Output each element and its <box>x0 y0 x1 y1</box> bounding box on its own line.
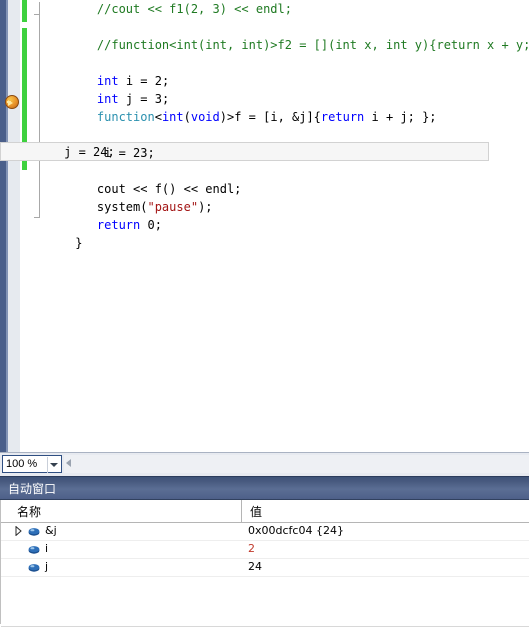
editor-bottom-bar: 100 % <box>0 452 529 476</box>
horizontal-scrollbar[interactable] <box>64 455 529 473</box>
variable-name[interactable]: i <box>45 542 48 555</box>
expand-arrow-icon[interactable] <box>15 526 22 536</box>
autos-empty-area <box>1 577 529 627</box>
code-token-cmt: //cout << f1(2, 3) << endl; <box>96 2 292 16</box>
autos-window-titlebar[interactable]: 自动窗口 <box>0 476 529 500</box>
variable-bubble-icon <box>28 545 40 554</box>
column-header-value[interactable]: 值 <box>250 503 262 520</box>
zoom-level-combobox[interactable]: 100 % <box>2 455 62 473</box>
code-token-plain: cout << f() << endl; <box>96 182 242 196</box>
code-token-plain: ( <box>183 110 191 124</box>
variable-value[interactable]: 2 <box>248 542 255 555</box>
code-line[interactable]: int j = 3; <box>40 90 529 108</box>
code-editor[interactable]: //cout << f1(2, 3) << endl; //function<i… <box>0 0 529 452</box>
code-token-kw: void <box>190 110 220 124</box>
autos-row[interactable]: &j 0x00dcfc04 {24} <box>1 523 529 541</box>
code-text-area[interactable]: //cout << f1(2, 3) << endl; //function<i… <box>40 0 529 452</box>
code-token-plain: i + j; }; <box>364 110 437 124</box>
code-line[interactable]: } <box>40 234 529 252</box>
scroll-left-arrow-icon[interactable] <box>66 459 71 467</box>
variable-value[interactable]: 24 <box>248 560 262 573</box>
code-token-kw: int <box>161 110 184 124</box>
variable-value[interactable]: 0x00dcfc04 {24} <box>248 524 344 537</box>
autos-row[interactable]: i2 <box>1 541 529 559</box>
code-token-plain: < <box>154 110 162 124</box>
code-line[interactable] <box>40 126 529 144</box>
autos-window: 自动窗口 名称 值 &j 0x00dcfc04 {24} i 2 j 24 <box>0 476 529 627</box>
variable-name[interactable]: &j <box>45 524 57 537</box>
column-header-name[interactable]: 名称 <box>17 503 41 520</box>
code-token-kw: return <box>320 110 365 124</box>
autos-grid[interactable]: 名称 值 &j 0x00dcfc04 {24} i 2 j 24 <box>0 500 529 627</box>
code-token-plain: )>f = [i, &j]{ <box>219 110 321 124</box>
code-token-plain: i = 2; <box>118 74 170 88</box>
code-token-str: "pause" <box>147 200 199 214</box>
code-token-plain: j = 3; <box>118 92 170 106</box>
code-token-kw: return <box>96 218 141 232</box>
outlining-tick-bottom <box>34 217 39 218</box>
code-token-cmt: //function<int(int, int)>f2 = [](int x, … <box>96 38 529 52</box>
chevron-down-icon[interactable] <box>50 463 58 467</box>
code-line[interactable]: //cout << f1(2, 3) << endl; <box>40 0 529 18</box>
code-token-plain: ); <box>198 200 213 214</box>
orange-arrow-bookmark-icon[interactable] <box>5 95 19 109</box>
code-line[interactable]: system("pause"); <box>40 198 529 216</box>
code-line[interactable]: function<int(void)>f = [i, &j]{return i … <box>40 108 529 126</box>
autos-row[interactable]: j 24 <box>1 559 529 577</box>
code-token-plain: system( <box>96 200 148 214</box>
combobox-separator <box>47 457 48 473</box>
bookmark-arrow-head <box>8 100 13 106</box>
outlining-tick-top <box>34 14 39 15</box>
code-token-plain: 0; <box>140 218 162 232</box>
editor-gutter[interactable] <box>8 0 20 452</box>
variable-bubble-icon <box>28 563 40 572</box>
code-line[interactable]: int i = 2; <box>40 72 529 90</box>
visual-studio-debug-window: //cout << f1(2, 3) << endl; //function<i… <box>0 0 529 627</box>
variable-bubble-icon <box>28 527 40 536</box>
column-divider[interactable] <box>241 500 242 522</box>
current-line-text[interactable]: j = 24; <box>0 143 489 161</box>
code-line[interactable]: //function<int(int, int)>f2 = [](int x, … <box>40 36 529 54</box>
autos-window-title: 自动窗口 <box>8 482 57 496</box>
code-token-kw: int <box>96 92 119 106</box>
code-line[interactable]: cout << f() << endl; <box>40 180 529 198</box>
code-token-plain: } <box>75 236 83 250</box>
code-token-kw: int <box>96 74 119 88</box>
code-line[interactable] <box>40 18 529 36</box>
autos-grid-header: 名称 值 <box>1 500 529 523</box>
variable-name[interactable]: j <box>45 560 48 573</box>
code-token-typ: function <box>96 110 155 124</box>
code-line[interactable] <box>40 54 529 72</box>
autos-rows-container: &j 0x00dcfc04 {24} i 2 j 24 <box>1 523 529 577</box>
change-indicator-bar-top <box>22 0 27 22</box>
code-line[interactable]: return 0; <box>40 216 529 234</box>
zoom-level-value: 100 % <box>6 458 38 470</box>
